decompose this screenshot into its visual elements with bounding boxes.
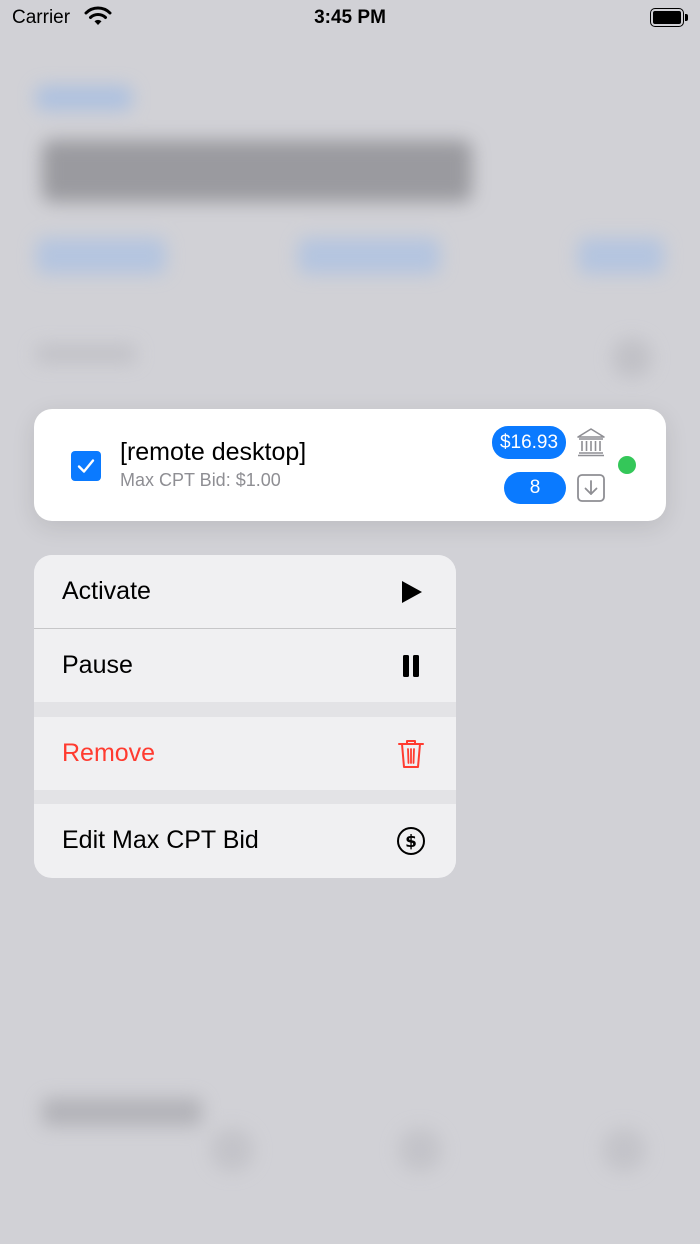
pause-icon: [396, 651, 426, 681]
keyword-checkbox[interactable]: [71, 451, 101, 481]
status-bar: Carrier 3:45 PM: [0, 0, 700, 40]
bg-toolbar-item: [36, 238, 166, 274]
bg-toolbar-item: [578, 238, 664, 274]
keyword-preview-card[interactable]: [remote desktop] Max CPT Bid: $1.00 $16.…: [34, 409, 666, 521]
installs-badge: 8: [504, 472, 566, 504]
active-status-dot: [618, 456, 636, 474]
bg-tab-icon: [398, 1128, 442, 1172]
checkmark-icon: [77, 459, 95, 473]
spend-badge: $16.93: [492, 426, 566, 459]
menu-item-pause[interactable]: Pause: [34, 629, 456, 702]
clock: 3:45 PM: [314, 7, 386, 28]
menu-section-gap: [34, 790, 456, 804]
keyword-title: [remote desktop]: [120, 438, 307, 466]
bg-tab-icon: [210, 1128, 254, 1172]
bg-row-label: [36, 345, 136, 363]
bank-icon: [576, 427, 606, 457]
bg-section-title: [42, 1098, 202, 1126]
bg-row-icon: [612, 338, 652, 378]
bg-toolbar-item: [298, 238, 440, 274]
menu-item-activate[interactable]: Activate: [34, 555, 456, 628]
menu-item-label: Remove: [62, 739, 156, 767]
trash-icon: [396, 739, 426, 769]
battery-icon: [650, 8, 688, 27]
context-menu: Activate Pause Remove Edit Max CPT Bid $: [34, 555, 456, 878]
dollar-circle-icon: $: [396, 826, 426, 856]
menu-item-remove[interactable]: Remove: [34, 717, 456, 790]
menu-section-gap: [34, 702, 456, 717]
download-icon: [576, 473, 606, 503]
menu-item-label: Activate: [62, 577, 151, 605]
svg-text:$: $: [405, 832, 417, 852]
play-icon: [396, 577, 426, 607]
bg-page-title: [42, 140, 472, 202]
bg-back-button: [36, 86, 132, 110]
max-cpt-bid-label: Max CPT Bid: $1.00: [120, 470, 281, 490]
menu-item-label: Pause: [62, 651, 133, 679]
menu-item-edit-max-cpt-bid[interactable]: Edit Max CPT Bid $: [34, 804, 456, 877]
bg-tab-icon: [602, 1128, 646, 1172]
menu-item-label: Edit Max CPT Bid: [62, 826, 259, 854]
